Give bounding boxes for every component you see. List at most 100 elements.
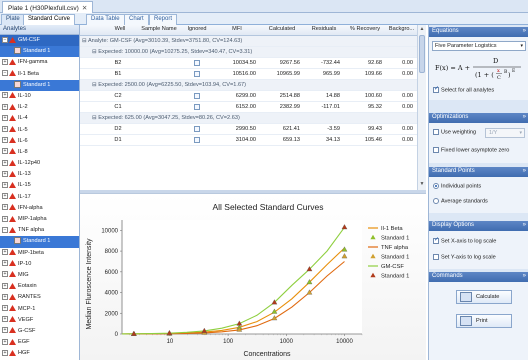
tree-item-analyte[interactable]: + HGF bbox=[0, 348, 79, 359]
collapse-section-icon[interactable]: » bbox=[523, 168, 526, 174]
use-weighting-checkbox[interactable]: Use weighting bbox=[433, 129, 476, 135]
scroll-down-icon[interactable]: ▼ bbox=[419, 181, 425, 188]
radio-unselected-icon[interactable] bbox=[433, 198, 439, 204]
scroll-thumb[interactable] bbox=[419, 35, 425, 73]
equations-header[interactable]: Equations » bbox=[429, 27, 528, 37]
expand-icon[interactable]: + bbox=[2, 58, 8, 65]
tree-item-analyte[interactable]: + EGF bbox=[0, 337, 79, 348]
tab-plate[interactable]: Plate bbox=[1, 14, 25, 25]
expand-icon[interactable]: + bbox=[2, 271, 8, 278]
expand-icon[interactable]: + bbox=[2, 92, 8, 99]
ignored-checkbox[interactable] bbox=[194, 93, 200, 99]
optimizations-header[interactable]: Optimizations » bbox=[429, 113, 528, 123]
expand-icon[interactable]: + bbox=[2, 204, 8, 211]
tree-item-analyte[interactable]: + MCP-1 bbox=[0, 304, 79, 315]
col-header-ignored[interactable]: Ignored bbox=[180, 26, 214, 32]
col-header-background[interactable]: Backgro... bbox=[386, 26, 417, 32]
col-header-mfi[interactable]: MFI bbox=[214, 26, 260, 32]
checkbox-unchecked-icon[interactable] bbox=[433, 129, 439, 135]
tree-item-analyte[interactable]: + IL-12p40 bbox=[0, 158, 79, 169]
table-row[interactable]: C1 6152.00 2382.99 -117.01 95.32 0.00 bbox=[80, 102, 417, 113]
col-header-sample-name[interactable]: Sample Name bbox=[138, 26, 180, 32]
tree-item-standard[interactable]: Standard 1 bbox=[0, 79, 79, 91]
radio-selected-icon[interactable] bbox=[433, 183, 439, 189]
checkbox-unchecked-icon[interactable] bbox=[433, 147, 439, 153]
collapse-section-icon[interactable]: » bbox=[523, 222, 526, 228]
expand-icon[interactable]: + bbox=[2, 260, 8, 267]
expected-group-row[interactable]: ⊟ Expected: 2500.00 (Avg=6225.50, Stdev=… bbox=[80, 80, 417, 91]
expand-icon[interactable]: + bbox=[2, 193, 8, 200]
tree-item-standard[interactable]: Standard 1 bbox=[0, 46, 79, 58]
standard-points-header[interactable]: Standard Points » bbox=[429, 167, 528, 177]
tree-item-analyte[interactable]: − TNF alpha bbox=[0, 225, 79, 236]
collapse-section-icon[interactable]: » bbox=[523, 273, 526, 279]
tree-item-analyte[interactable]: + IL-6 bbox=[0, 136, 79, 147]
expand-icon[interactable]: + bbox=[2, 349, 8, 356]
expand-icon[interactable]: + bbox=[2, 327, 8, 334]
expand-icon[interactable]: − bbox=[2, 226, 8, 233]
collapse-section-icon[interactable]: » bbox=[523, 114, 526, 120]
col-header-calculated[interactable]: Calculated bbox=[260, 26, 304, 32]
ignored-checkbox[interactable] bbox=[194, 71, 200, 77]
individual-points-radio[interactable]: Individual points bbox=[433, 183, 481, 189]
expand-icon[interactable]: + bbox=[2, 282, 8, 289]
expand-icon[interactable]: − bbox=[2, 70, 8, 77]
checkbox-unchecked-icon[interactable] bbox=[433, 254, 439, 260]
expand-icon[interactable]: + bbox=[2, 114, 8, 121]
display-options-header[interactable]: Display Options » bbox=[429, 221, 528, 231]
table-row[interactable]: D1 3104.00 659.13 34.13 105.46 0.00 bbox=[80, 135, 417, 146]
expand-icon[interactable]: + bbox=[2, 181, 8, 188]
ignored-checkbox[interactable] bbox=[194, 104, 200, 110]
table-row[interactable]: C2 6299.00 2514.88 14.88 100.60 0.00 bbox=[80, 91, 417, 102]
tab-standard-curve[interactable]: Standard Curve bbox=[23, 14, 76, 25]
checkbox-checked-icon[interactable] bbox=[433, 236, 439, 244]
average-standards-radio[interactable]: Average standards bbox=[433, 198, 488, 204]
print-button[interactable]: Print bbox=[456, 314, 512, 328]
tree-item-analyte[interactable]: − GM-CSF bbox=[0, 35, 79, 47]
tree-item-analyte[interactable]: + MIG bbox=[0, 270, 79, 281]
tree-item-analyte[interactable]: + VEGF bbox=[0, 315, 79, 326]
table-row[interactable]: B2 10034.50 9267.56 -732.44 92.68 0.00 bbox=[80, 58, 417, 69]
commands-header[interactable]: Commands » bbox=[429, 272, 528, 282]
tree-item-standard[interactable]: Standard 1 bbox=[0, 236, 79, 248]
expand-icon[interactable]: + bbox=[2, 215, 8, 222]
expected-group-row[interactable]: ⊟ Expected: 625.00 (Avg=3047.25, Stdev=8… bbox=[80, 113, 417, 124]
tree-item-analyte[interactable]: + IL-8 bbox=[0, 147, 79, 158]
expand-icon[interactable]: + bbox=[2, 137, 8, 144]
col-header-recovery[interactable]: % Recovery bbox=[344, 26, 386, 32]
tree-item-analyte[interactable]: + IL-15 bbox=[0, 180, 79, 191]
scroll-up-icon[interactable]: ▲ bbox=[419, 26, 425, 33]
fixed-lower-checkbox[interactable]: Fixed lower asymptote zero bbox=[433, 147, 509, 153]
expected-group-row[interactable]: ⊟ Expected: 10000.00 (Avg=10275.25, Stde… bbox=[80, 47, 417, 58]
document-tab[interactable]: Plate 1 (H30Plexfull.csv) ✕ bbox=[2, 1, 94, 13]
expand-icon[interactable]: + bbox=[2, 170, 8, 177]
expand-icon[interactable]: + bbox=[2, 148, 8, 155]
ignored-checkbox[interactable] bbox=[194, 60, 200, 66]
expand-icon[interactable]: + bbox=[2, 338, 8, 345]
col-header-residuals[interactable]: Residuals bbox=[304, 26, 344, 32]
close-tab-icon[interactable]: ✕ bbox=[82, 5, 87, 12]
x-log-checkbox[interactable]: Set X-axis to log scale bbox=[433, 236, 496, 244]
model-dropdown[interactable]: Five Parameter Logistics ▾ bbox=[432, 41, 526, 51]
tree-item-analyte[interactable]: + RANTES bbox=[0, 292, 79, 303]
weighting-dropdown[interactable]: 1/Y ▾ bbox=[485, 128, 525, 138]
expand-icon[interactable]: + bbox=[2, 305, 8, 312]
tree-item-analyte[interactable]: + IL-13 bbox=[0, 169, 79, 180]
tab-chart[interactable]: Chart bbox=[124, 14, 149, 25]
analyte-group-row[interactable]: ⊟ Analyte: GM-CSF (Avg=3010.39, Stdev=37… bbox=[80, 36, 417, 47]
tree-item-analyte[interactable]: + IL-17 bbox=[0, 192, 79, 203]
grid-scrollbar[interactable]: ▲ ▼ bbox=[417, 25, 426, 190]
expand-icon[interactable]: + bbox=[2, 249, 8, 256]
tree-item-analyte[interactable]: + IL-10 bbox=[0, 91, 79, 102]
y-log-checkbox[interactable]: Set Y-axis to log scale bbox=[433, 254, 496, 260]
tree-item-analyte[interactable]: + IFN-alpha bbox=[0, 203, 79, 214]
ignored-checkbox[interactable] bbox=[194, 126, 200, 132]
calculate-button[interactable]: Calculate bbox=[456, 290, 512, 304]
select-all-checkbox[interactable]: Select for all analytes bbox=[433, 85, 494, 93]
tree-item-analyte[interactable]: + MIP-1alpha bbox=[0, 214, 79, 225]
table-row[interactable]: D2 2990.50 621.41 -3.59 99.43 0.00 bbox=[80, 124, 417, 135]
tab-data-table[interactable]: Data Table bbox=[86, 14, 125, 25]
collapse-section-icon[interactable]: » bbox=[523, 28, 526, 34]
expand-icon[interactable]: + bbox=[2, 103, 8, 110]
tree-item-analyte[interactable]: − Il-1 Beta bbox=[0, 69, 79, 80]
